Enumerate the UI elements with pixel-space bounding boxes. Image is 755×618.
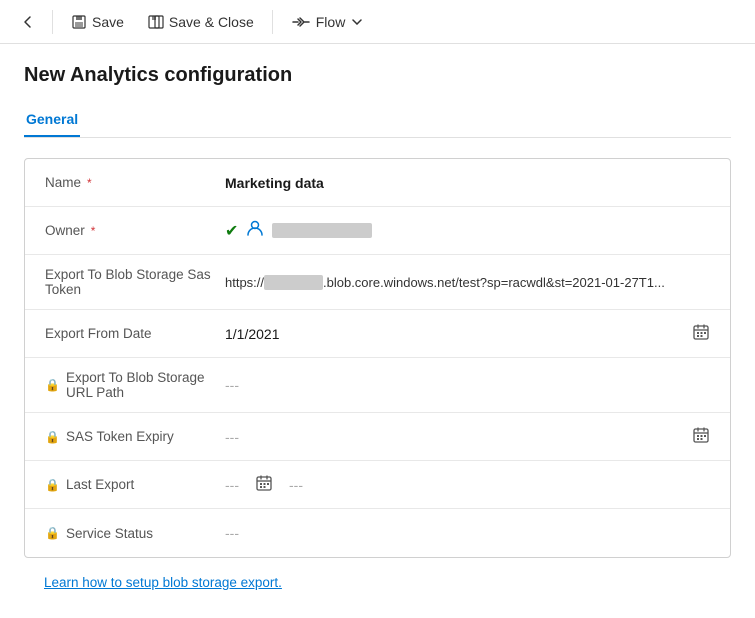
label-name: Name *	[45, 175, 225, 190]
label-service-status: 🔒 Service Status	[45, 526, 225, 541]
page-content: New Analytics configuration General Name…	[0, 44, 755, 618]
flow-label: Flow	[316, 14, 346, 30]
label-export-url: 🔒 Export To Blob Storage URL Path	[45, 370, 225, 400]
form-card: Name * Marketing data Owner * ✔	[24, 158, 731, 558]
form-row-name: Name * Marketing data	[25, 159, 730, 207]
url-blurred: ■■■■■■■	[264, 275, 323, 290]
toolbar-divider-2	[272, 10, 273, 34]
form-row-owner: Owner * ✔ Urquico Nichele	[25, 207, 730, 255]
value-export-date: 1/1/2021	[225, 323, 710, 344]
label-owner: Owner *	[45, 223, 225, 238]
owner-check-icon: ✔	[225, 221, 238, 241]
save-button[interactable]: Save	[61, 9, 134, 35]
sas-expiry-calendar-icon[interactable]	[692, 426, 710, 447]
label-export-date: Export From Date	[45, 326, 225, 341]
label-export-token: Export To Blob Storage Sas Token	[45, 267, 225, 297]
form-row-export-token: Export To Blob Storage Sas Token https:/…	[25, 255, 730, 310]
value-export-token: https://■■■■■■■.blob.core.windows.net/te…	[225, 275, 710, 290]
export-date-calendar-icon[interactable]	[692, 323, 710, 344]
toolbar-divider-1	[52, 10, 53, 34]
lock-icon-service: 🔒	[45, 526, 60, 540]
value-export-url: ---	[225, 377, 710, 393]
required-star-owner: *	[91, 224, 96, 238]
lock-icon-sas: 🔒	[45, 430, 60, 444]
lock-icon-url: 🔒	[45, 378, 60, 392]
value-sas-expiry: ---	[225, 426, 710, 447]
value-owner: ✔ Urquico Nichele	[225, 219, 710, 242]
label-sas-expiry: 🔒 SAS Token Expiry	[45, 429, 225, 444]
learn-link-section: Learn how to setup blob storage export.	[24, 558, 731, 598]
form-row-export-date: Export From Date 1/1/2021	[25, 310, 730, 358]
save-label: Save	[92, 14, 124, 30]
last-export-calendar-icon[interactable]	[255, 474, 273, 495]
value-service-status: ---	[225, 525, 710, 541]
form-row-last-export: 🔒 Last Export ---	[25, 461, 730, 509]
form-row-sas-expiry: 🔒 SAS Token Expiry ---	[25, 413, 730, 461]
page-title: New Analytics configuration	[24, 64, 731, 87]
owner-person-icon	[246, 219, 264, 242]
form-row-service-status: 🔒 Service Status ---	[25, 509, 730, 557]
toolbar: Save Save & Close Flow	[0, 0, 755, 44]
lock-icon-last-export: 🔒	[45, 478, 60, 492]
flow-button[interactable]: Flow	[281, 9, 373, 35]
value-name: Marketing data	[225, 175, 710, 191]
tab-general[interactable]: General	[24, 103, 80, 137]
value-last-export: --- ---	[225, 474, 710, 495]
save-close-label: Save & Close	[169, 14, 254, 30]
learn-link[interactable]: Learn how to setup blob storage export.	[44, 575, 282, 590]
tabs: General	[24, 103, 731, 138]
required-star-name: *	[87, 176, 92, 190]
form-row-export-url: 🔒 Export To Blob Storage URL Path ---	[25, 358, 730, 413]
owner-name-blurred: Urquico Nichele	[272, 223, 372, 238]
label-last-export: 🔒 Last Export	[45, 477, 225, 492]
back-button[interactable]	[12, 9, 44, 35]
save-close-button[interactable]: Save & Close	[138, 9, 264, 35]
export-token-value: https://■■■■■■■.blob.core.windows.net/te…	[225, 275, 665, 290]
